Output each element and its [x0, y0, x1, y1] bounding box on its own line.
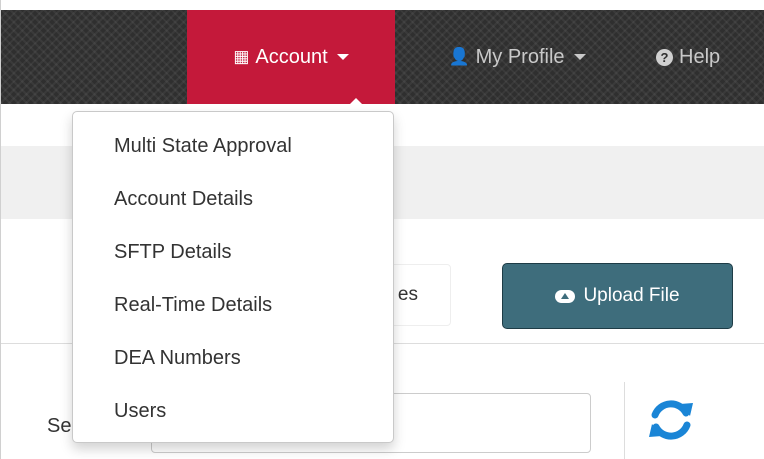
refresh-icon[interactable]	[646, 395, 696, 445]
nav-account-label: Account	[255, 45, 328, 68]
upload-file-button[interactable]: Upload File	[502, 263, 733, 329]
app-frame: ▦ Account 👤 My Profile ? Help es Upload …	[0, 0, 764, 459]
search-label: Se	[47, 415, 72, 437]
account-dropdown-menu: Multi State Approval Account Details SFT…	[72, 111, 394, 443]
menu-item-multi-state-approval[interactable]: Multi State Approval	[73, 120, 393, 173]
nav-profile-menu[interactable]: 👤 My Profile	[427, 10, 607, 104]
menu-item-real-time-details[interactable]: Real-Time Details	[73, 279, 393, 332]
top-navbar: ▦ Account 👤 My Profile ? Help	[1, 0, 764, 104]
building-icon: ▦	[233, 47, 250, 66]
caret-down-icon	[573, 54, 586, 60]
menu-item-dea-numbers[interactable]: DEA Numbers	[73, 332, 393, 385]
upload-file-label: Upload File	[583, 285, 680, 306]
user-icon: 👤	[448, 47, 470, 66]
vertical-divider	[624, 382, 625, 459]
dropdown-arrow	[343, 98, 369, 111]
nav-help-link[interactable]: ? Help	[656, 10, 756, 104]
menu-item-users[interactable]: Users	[73, 385, 393, 438]
nav-profile-label: My Profile	[475, 45, 565, 68]
caret-down-icon	[336, 54, 349, 60]
menu-item-sftp-details[interactable]: SFTP Details	[73, 226, 393, 279]
menu-item-account-details[interactable]: Account Details	[73, 173, 393, 226]
nav-account-menu[interactable]: ▦ Account	[187, 10, 395, 104]
files-button-label: es	[397, 284, 418, 305]
question-circle-icon: ?	[656, 48, 673, 66]
cloud-upload-icon	[555, 289, 576, 303]
nav-help-label: Help	[679, 45, 721, 68]
